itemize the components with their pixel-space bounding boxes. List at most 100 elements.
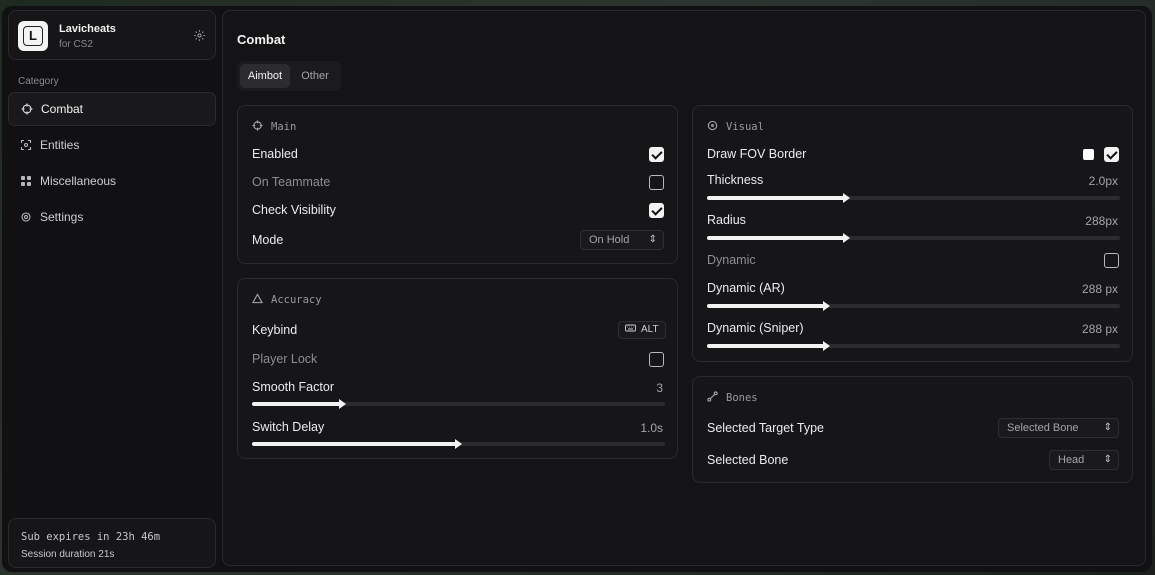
switch-delay-value: 1.0s xyxy=(640,421,663,435)
slider-fill xyxy=(707,344,827,348)
thickness-label: Thickness xyxy=(707,173,764,187)
radius-slider[interactable] xyxy=(707,233,1120,243)
sidebar-item-settings[interactable]: Settings xyxy=(8,200,216,234)
dynamic-checkbox[interactable] xyxy=(1104,253,1119,268)
scan-icon xyxy=(20,139,32,151)
enabled-checkbox[interactable] xyxy=(649,147,664,162)
sidebar-item-miscellaneous[interactable]: Miscellaneous xyxy=(8,164,216,198)
main-card: Main Enabled On Teammate Check Visibilit… xyxy=(237,105,678,264)
dynamic-ar-value: 288 px xyxy=(1081,282,1118,296)
fov-color-swatch[interactable] xyxy=(1083,149,1094,160)
player-lock-label: Player Lock xyxy=(252,352,318,366)
slider-thumb[interactable] xyxy=(843,193,850,203)
slider-thumb[interactable] xyxy=(339,399,346,409)
thickness-slider[interactable] xyxy=(707,193,1120,203)
dynamic-sniper-label: Dynamic (Sniper) xyxy=(707,321,804,335)
slider-thumb[interactable] xyxy=(843,233,850,243)
keyboard-icon xyxy=(625,322,636,338)
radius-value: 288px xyxy=(1085,214,1118,228)
thickness-value: 2.0px xyxy=(1088,174,1118,188)
brand-card: L Lavicheats for CS2 xyxy=(8,10,216,60)
smooth-factor-slider[interactable] xyxy=(252,399,665,409)
switch-delay-label: Switch Delay xyxy=(252,420,325,434)
slider-thumb[interactable] xyxy=(455,439,462,449)
chevron-updown-icon: ⇕ xyxy=(1103,422,1112,433)
sidebar-item-label: Combat xyxy=(41,102,84,116)
sidebar: L Lavicheats for CS2 Category Combat Ent… xyxy=(8,10,217,568)
slider-thumb[interactable] xyxy=(823,341,830,351)
selected-bone-value: Head xyxy=(1058,454,1085,466)
visibility-checkbox[interactable] xyxy=(649,203,664,218)
dynamic-label: Dynamic xyxy=(707,253,756,267)
sidebar-item-combat[interactable]: Combat xyxy=(8,92,216,126)
slider-fill xyxy=(252,442,459,446)
mode-select[interactable]: On Hold ⇕ xyxy=(580,230,664,250)
slider-thumb[interactable] xyxy=(823,301,830,311)
keybind-button[interactable]: ALT xyxy=(618,321,666,339)
card-header: Bones xyxy=(707,391,758,405)
fov-border-label: Draw FOV Border xyxy=(707,147,807,161)
teammate-checkbox[interactable] xyxy=(649,175,664,190)
visibility-label: Check Visibility xyxy=(252,203,336,217)
bones-card: Bones Selected Target Type Selected Bone… xyxy=(692,376,1133,483)
page-title: Combat xyxy=(237,32,286,47)
accuracy-card: Accuracy Keybind ALT Player Lock Smooth … xyxy=(237,278,678,459)
main-panel: Combat Aimbot Other Main Enabled On Team… xyxy=(222,10,1146,566)
card-title: Main xyxy=(271,121,297,133)
slider-fill xyxy=(252,402,343,406)
dynamic-ar-slider[interactable] xyxy=(707,301,1120,311)
player-lock-checkbox[interactable] xyxy=(649,352,664,367)
target-type-select[interactable]: Selected Bone ⇕ xyxy=(998,418,1119,438)
tab-other[interactable]: Other xyxy=(293,64,337,88)
bone-icon xyxy=(707,391,718,405)
brand-name: Lavicheats xyxy=(59,23,116,35)
keybind-label: Keybind xyxy=(252,323,298,337)
teammate-label: On Teammate xyxy=(252,175,331,189)
selected-bone-label: Selected Bone xyxy=(707,453,789,467)
visual-card: Visual Draw FOV Border Thickness 2.0px R… xyxy=(692,105,1133,362)
subscription-expiry: Sub expires in 23h 46m xyxy=(21,531,161,543)
slider-fill xyxy=(707,304,827,308)
dynamic-sniper-slider[interactable] xyxy=(707,341,1120,351)
slider-fill xyxy=(707,196,847,200)
tab-aimbot[interactable]: Aimbot xyxy=(240,64,290,88)
category-label: Category xyxy=(18,76,59,87)
card-header: Visual xyxy=(707,120,764,134)
sidebar-item-entities[interactable]: Entities xyxy=(8,128,216,162)
slider-fill xyxy=(707,236,847,240)
card-title: Bones xyxy=(726,392,758,404)
eye-circle-icon xyxy=(707,120,718,134)
target-type-label: Selected Target Type xyxy=(707,421,824,435)
card-header: Accuracy xyxy=(251,293,322,307)
switch-delay-slider[interactable] xyxy=(252,439,665,449)
tab-bar: Aimbot Other xyxy=(237,61,341,91)
gear-icon[interactable] xyxy=(193,29,207,43)
brand-logo: L xyxy=(18,21,48,51)
target-type-value: Selected Bone xyxy=(1007,422,1079,434)
chevron-updown-icon: ⇕ xyxy=(1103,454,1112,465)
crosshair-icon xyxy=(252,120,263,134)
mode-value: On Hold xyxy=(589,234,630,246)
sidebar-item-label: Entities xyxy=(40,138,80,152)
mode-label: Mode xyxy=(252,233,284,247)
triangle-icon xyxy=(251,293,264,307)
card-title: Accuracy xyxy=(271,294,322,306)
sidebar-item-label: Settings xyxy=(40,210,84,224)
gear-icon xyxy=(20,211,32,223)
app-window: L Lavicheats for CS2 Category Combat Ent… xyxy=(2,6,1152,572)
subscription-card: Sub expires in 23h 46m Session duration … xyxy=(8,518,216,568)
dynamic-sniper-value: 288 px xyxy=(1081,322,1118,336)
card-header: Main xyxy=(252,120,296,134)
sidebar-item-label: Miscellaneous xyxy=(40,174,117,188)
fov-border-checkbox[interactable] xyxy=(1104,147,1119,162)
dynamic-ar-label: Dynamic (AR) xyxy=(707,281,785,295)
selected-bone-select[interactable]: Head ⇕ xyxy=(1049,450,1119,470)
smooth-factor-value: 3 xyxy=(656,381,663,395)
crosshair-icon xyxy=(21,103,33,115)
chevron-updown-icon: ⇕ xyxy=(648,234,657,245)
keybind-value: ALT xyxy=(641,324,659,335)
brand-subtitle: for CS2 xyxy=(59,39,93,50)
radius-label: Radius xyxy=(707,213,746,227)
card-title: Visual xyxy=(726,121,764,133)
enabled-label: Enabled xyxy=(252,147,298,161)
